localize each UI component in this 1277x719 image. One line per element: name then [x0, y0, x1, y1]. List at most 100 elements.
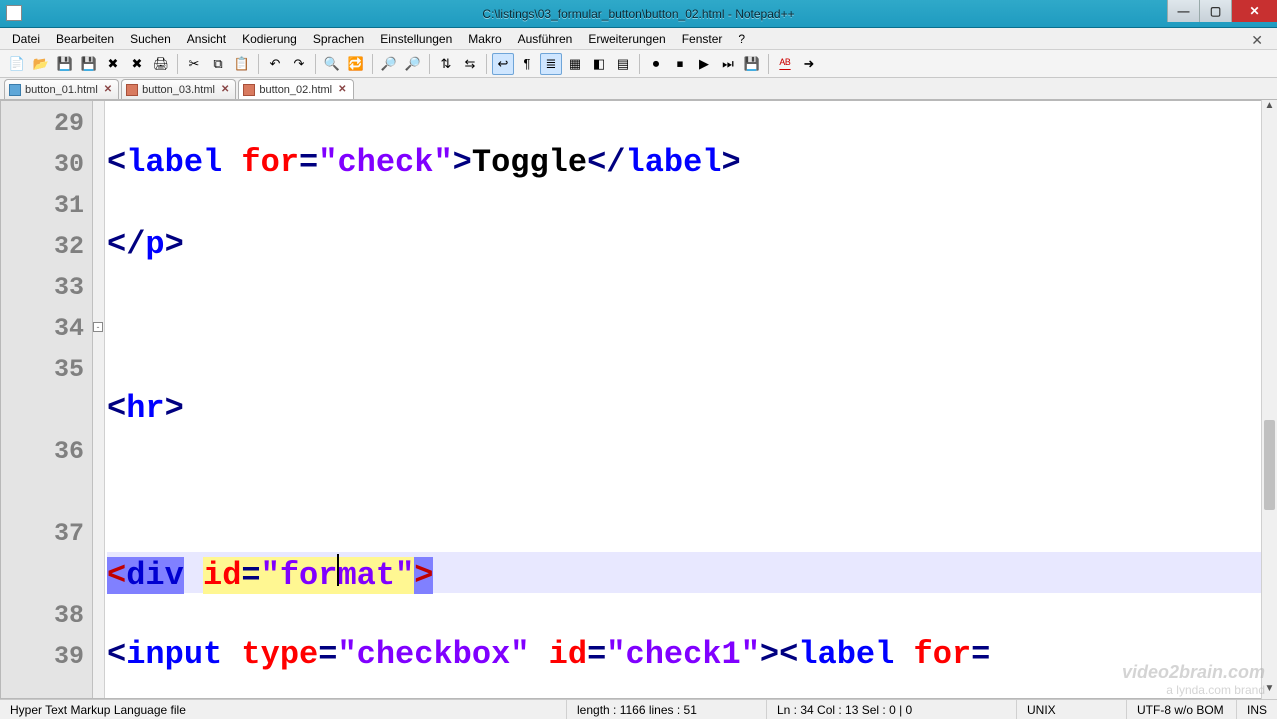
menu-fenster[interactable]: Fenster — [674, 30, 731, 48]
menu-makro[interactable]: Makro — [460, 30, 509, 48]
tab-label: button_02.html — [259, 84, 332, 96]
line-number: 32 — [1, 226, 92, 267]
cut-icon[interactable]: ✂ — [183, 53, 205, 75]
zoom-in-icon[interactable]: 🔎 — [378, 53, 400, 75]
tab-close-icon[interactable]: ✕ — [102, 84, 114, 95]
line-number — [1, 554, 92, 595]
menu-ansicht[interactable]: Ansicht — [179, 30, 234, 48]
scroll-thumb[interactable] — [1264, 420, 1275, 510]
line-number: 37 — [1, 513, 92, 554]
maximize-button[interactable]: ▢ — [1199, 0, 1231, 22]
wordwrap-icon[interactable]: ↩ — [492, 53, 514, 75]
file-icon — [243, 84, 255, 96]
indent-guide-icon[interactable]: ≣ — [540, 53, 562, 75]
file-icon — [9, 84, 21, 96]
save-macro-icon[interactable]: 💾 — [741, 53, 763, 75]
menu-kodierung[interactable]: Kodierung — [234, 30, 305, 48]
fold-toggle-icon[interactable]: - — [93, 322, 103, 332]
code-line[interactable] — [107, 470, 1276, 511]
scroll-up-icon[interactable]: ▲ — [1262, 100, 1277, 116]
tab-button-01[interactable]: button_01.html ✕ — [4, 79, 119, 99]
menu-bearbeiten[interactable]: Bearbeiten — [48, 30, 122, 48]
line-number: 36 — [1, 431, 92, 472]
close-doc-button[interactable]: ✕ — [1243, 30, 1271, 51]
user-lang-icon[interactable]: ▦ — [564, 53, 586, 75]
status-language: Hyper Text Markup Language file — [0, 700, 567, 719]
tab-label: button_03.html — [142, 84, 215, 96]
zoom-out-icon[interactable]: 🔎 — [402, 53, 424, 75]
line-number: 39 — [1, 636, 92, 677]
open-file-icon[interactable]: 📂 — [30, 53, 52, 75]
play-macro-icon[interactable]: ▶ — [693, 53, 715, 75]
window-controls: — ▢ ✕ — [1167, 0, 1277, 22]
spellcheck-next-icon[interactable]: ➜ — [798, 53, 820, 75]
vertical-scrollbar[interactable]: ▲ ▼ — [1261, 100, 1277, 699]
copy-icon[interactable]: ⧉ — [207, 53, 229, 75]
find-icon[interactable]: 🔍 — [321, 53, 343, 75]
tab-button-03[interactable]: button_03.html ✕ — [121, 79, 236, 99]
menu-suchen[interactable]: Suchen — [122, 30, 179, 48]
code-line[interactable]: </p> — [107, 224, 1276, 265]
status-eol: UNIX — [1017, 700, 1127, 719]
status-bar: Hyper Text Markup Language file length :… — [0, 699, 1277, 719]
menu-ausfuehren[interactable]: Ausführen — [510, 30, 581, 48]
sync-v-icon[interactable]: ⇅ — [435, 53, 457, 75]
undo-icon[interactable]: ↶ — [264, 53, 286, 75]
window-title: C:\listings\03_formular_button\button_02… — [482, 7, 794, 21]
line-number: 35 — [1, 349, 92, 390]
menu-einstellungen[interactable]: Einstellungen — [372, 30, 460, 48]
line-number: 33 — [1, 267, 92, 308]
play-multi-icon[interactable]: ⏭ — [717, 53, 739, 75]
stop-macro-icon[interactable]: ⏹ — [669, 53, 691, 75]
record-macro-icon[interactable]: ⏺ — [645, 53, 667, 75]
close-button[interactable]: ✕ — [1231, 0, 1277, 22]
code-area[interactable]: <label for="check">Toggle</label> </p> <… — [105, 101, 1276, 698]
line-number: 38 — [1, 595, 92, 636]
toolbar-separator — [768, 54, 769, 74]
fold-column: - — [93, 101, 105, 698]
line-number: 31 — [1, 185, 92, 226]
code-line[interactable]: <hr> — [107, 388, 1276, 429]
sync-h-icon[interactable]: ⇆ — [459, 53, 481, 75]
menu-erweiterungen[interactable]: Erweiterungen — [580, 30, 673, 48]
toolbar: 📄 📂 💾 💾 ✖ ✖ 🖨 ✂ ⧉ 📋 ↶ ↷ 🔍 🔁 🔎 🔎 ⇅ ⇆ ↩ ¶ … — [0, 50, 1277, 78]
paste-icon[interactable]: 📋 — [231, 53, 253, 75]
app-icon — [6, 5, 22, 21]
close-file-icon[interactable]: ✖ — [102, 53, 124, 75]
menu-datei[interactable]: Datei — [4, 30, 48, 48]
close-all-icon[interactable]: ✖ — [126, 53, 148, 75]
status-encoding: UTF-8 w/o BOM — [1127, 700, 1237, 719]
code-line-current[interactable]: <div id="format"> — [107, 552, 1276, 593]
code-line[interactable]: <label for="check">Toggle</label> — [107, 142, 1276, 183]
redo-icon[interactable]: ↷ — [288, 53, 310, 75]
tab-bar: button_01.html ✕ button_03.html ✕ button… — [0, 78, 1277, 100]
spellcheck-icon[interactable]: ᴬᴮ — [774, 53, 796, 75]
tab-close-icon[interactable]: ✕ — [219, 84, 231, 95]
new-file-icon[interactable]: 📄 — [6, 53, 28, 75]
file-icon — [126, 84, 138, 96]
title-bar: C:\listings\03_formular_button\button_02… — [0, 0, 1277, 28]
editor: 29 30 31 32 33 34 35 36 37 38 39 - <labe… — [0, 100, 1277, 699]
tab-button-02[interactable]: button_02.html ✕ — [238, 79, 353, 99]
line-number: 29 — [1, 103, 92, 144]
func-list-icon[interactable]: ▤ — [612, 53, 634, 75]
code-line[interactable]: <input type="checkbox" id="check1"><labe… — [107, 634, 1276, 675]
code-line[interactable] — [107, 306, 1276, 347]
replace-icon[interactable]: 🔁 — [345, 53, 367, 75]
menu-help[interactable]: ? — [730, 30, 753, 48]
doc-map-icon[interactable]: ◧ — [588, 53, 610, 75]
minimize-button[interactable]: — — [1167, 0, 1199, 22]
toolbar-separator — [429, 54, 430, 74]
tab-label: button_01.html — [25, 84, 98, 96]
tab-close-icon[interactable]: ✕ — [336, 84, 348, 95]
print-icon[interactable]: 🖨 — [150, 53, 172, 75]
save-icon[interactable]: 💾 — [54, 53, 76, 75]
menu-sprachen[interactable]: Sprachen — [305, 30, 372, 48]
scroll-down-icon[interactable]: ▼ — [1262, 683, 1277, 699]
status-length: length : 1166 lines : 51 — [567, 700, 767, 719]
toolbar-separator — [639, 54, 640, 74]
toolbar-separator — [258, 54, 259, 74]
save-all-icon[interactable]: 💾 — [78, 53, 100, 75]
toolbar-separator — [315, 54, 316, 74]
show-all-chars-icon[interactable]: ¶ — [516, 53, 538, 75]
